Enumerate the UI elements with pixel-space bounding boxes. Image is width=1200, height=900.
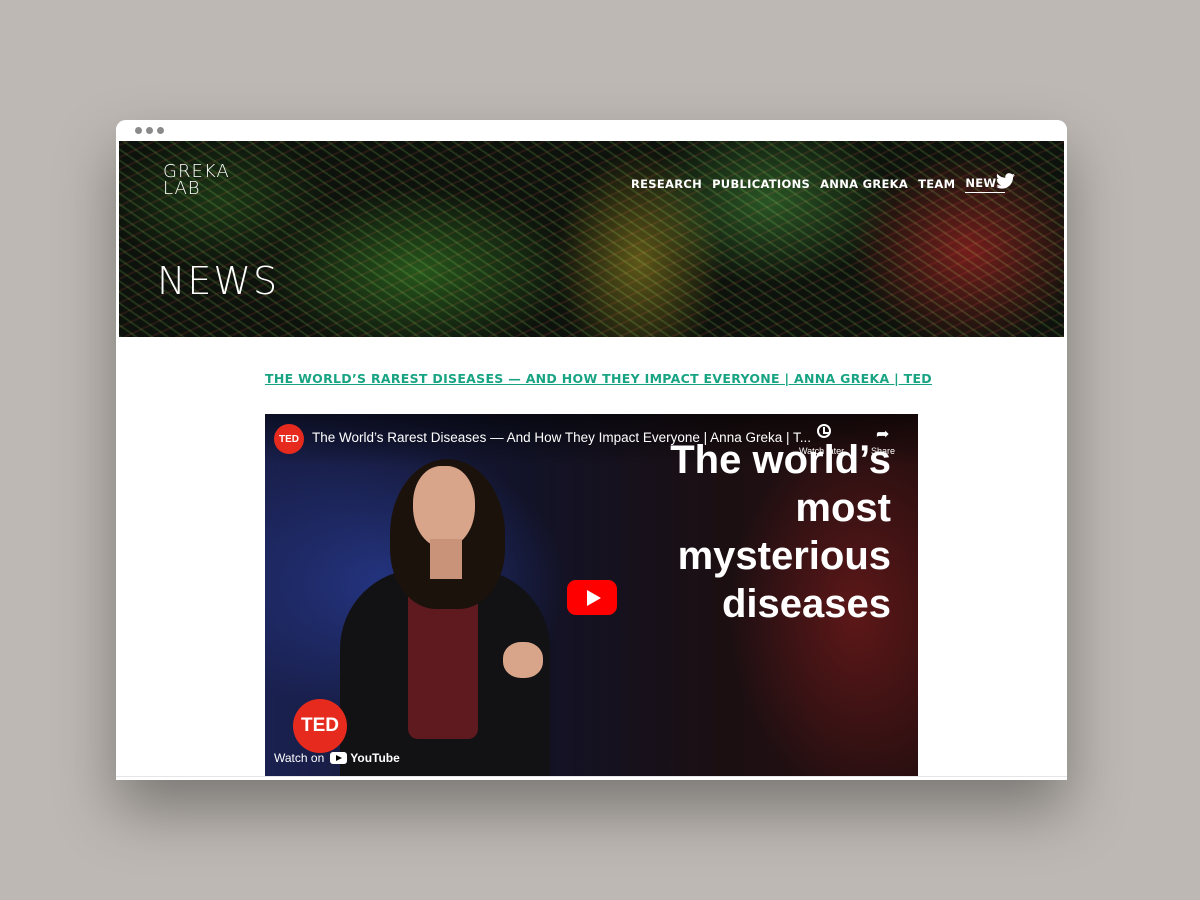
page-title: NEWS <box>157 259 280 303</box>
headline-line: diseases <box>721 582 891 626</box>
window-dot-icon <box>135 127 142 134</box>
youtube-logo: YouTube <box>330 751 400 765</box>
nav-item-publications[interactable]: PUBLICATIONS <box>712 177 810 193</box>
presenter-neck <box>430 539 462 579</box>
main-nav: RESEARCH PUBLICATIONS ANNA GREKA TEAM NE… <box>631 176 1005 193</box>
site-logo[interactable]: GREKA LAB <box>163 163 230 199</box>
presenter-hand <box>503 642 543 678</box>
nav-item-anna-greka[interactable]: ANNA GREKA <box>820 177 908 193</box>
hero-banner: GREKA LAB RESEARCH PUBLICATIONS ANNA GRE… <box>119 141 1064 337</box>
youtube-play-icon <box>330 752 348 764</box>
watch-on-youtube[interactable]: Watch on YouTube <box>274 751 400 765</box>
channel-avatar[interactable]: TED <box>274 424 304 454</box>
logo-line-2: LAB <box>163 178 201 199</box>
window-dot-icon <box>146 127 153 134</box>
divider <box>116 776 1067 777</box>
window-dot-icon <box>157 127 164 134</box>
headline-line: most <box>795 486 891 530</box>
ted-badge: TED <box>293 699 347 753</box>
article-link[interactable]: THE WORLD’S RAREST DISEASES — AND HOW TH… <box>265 371 932 386</box>
nav-item-team[interactable]: TEAM <box>918 177 955 193</box>
twitter-icon[interactable] <box>996 173 1015 189</box>
hero-microscopy-image <box>119 141 1064 337</box>
nav-item-research[interactable]: RESEARCH <box>631 177 702 193</box>
headline-line: mysterious <box>677 534 891 578</box>
play-button[interactable] <box>567 580 617 615</box>
youtube-label: YouTube <box>350 751 400 765</box>
headline-line: The world’s <box>670 438 891 482</box>
video-player[interactable]: TED The World’s Rarest Diseases — And Ho… <box>265 414 918 776</box>
video-thumbnail-headline: The world’s most mysterious diseases <box>591 436 891 628</box>
browser-window: GREKA LAB RESEARCH PUBLICATIONS ANNA GRE… <box>116 120 1067 780</box>
watch-on-label: Watch on <box>274 751 325 765</box>
presenter-face <box>413 466 475 548</box>
browser-chrome-bar <box>116 120 1067 141</box>
